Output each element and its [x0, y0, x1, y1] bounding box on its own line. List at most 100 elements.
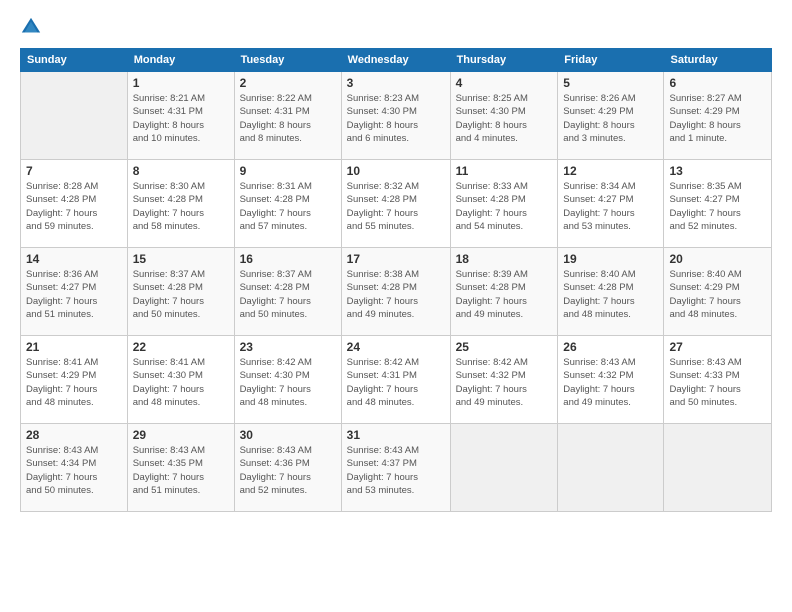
calendar: SundayMondayTuesdayWednesdayThursdayFrid… — [20, 48, 772, 512]
calendar-cell: 7 Sunrise: 8:28 AM Sunset: 4:28 PM Daylig… — [21, 160, 128, 248]
day-info: Sunrise: 8:42 AM Sunset: 4:31 PM Dayligh… — [347, 356, 445, 409]
calendar-cell: 6 Sunrise: 8:27 AM Sunset: 4:29 PM Daylig… — [664, 72, 772, 160]
day-number: 10 — [347, 164, 445, 178]
calendar-cell: 8Sunrise: 8:30 AM Sunset: 4:28 PM Daylig… — [127, 160, 234, 248]
day-number: 7 — [26, 164, 122, 178]
day-info: Sunrise: 8:27 AM Sunset: 4:29 PM Dayligh… — [669, 92, 766, 145]
calendar-cell: 18 Sunrise: 8:39 AM Sunset: 4:28 PM Dayli… — [450, 248, 558, 336]
calendar-cell: 3Sunrise: 8:23 AM Sunset: 4:30 PM Daylig… — [341, 72, 450, 160]
day-info: Sunrise: 8:39 AM Sunset: 4:28 PM Dayligh… — [456, 268, 553, 321]
calendar-cell: 22 Sunrise: 8:41 AM Sunset: 4:30 PM Dayli… — [127, 336, 234, 424]
calendar-cell: 28 Sunrise: 8:43 AM Sunset: 4:34 PM Dayli… — [21, 424, 128, 512]
day-info: Sunrise: 8:42 AM Sunset: 4:30 PM Dayligh… — [240, 356, 336, 409]
day-info: Sunrise: 8:40 AM Sunset: 4:28 PM Dayligh… — [563, 268, 658, 321]
day-info: Sunrise: 8:43 AM Sunset: 4:33 PM Dayligh… — [669, 356, 766, 409]
calendar-cell — [664, 424, 772, 512]
day-number: 26 — [563, 340, 658, 354]
day-number: 14 — [26, 252, 122, 266]
day-info: Sunrise: 8:43 AM Sunset: 4:34 PM Dayligh… — [26, 444, 122, 497]
calendar-cell: 14 Sunrise: 8:36 AM Sunset: 4:27 PM Dayli… — [21, 248, 128, 336]
day-info: Sunrise: 8:40 AM Sunset: 4:29 PM Dayligh… — [669, 268, 766, 321]
calendar-header-saturday: Saturday — [664, 49, 772, 72]
day-number: 27 — [669, 340, 766, 354]
calendar-cell: 20Sunrise: 8:40 AM Sunset: 4:29 PM Dayli… — [664, 248, 772, 336]
day-info: Sunrise: 8:26 AM Sunset: 4:29 PM Dayligh… — [563, 92, 658, 145]
day-number: 30 — [240, 428, 336, 442]
calendar-cell: 26 Sunrise: 8:43 AM Sunset: 4:32 PM Dayli… — [558, 336, 664, 424]
calendar-cell: 24 Sunrise: 8:42 AM Sunset: 4:31 PM Dayli… — [341, 336, 450, 424]
day-info: Sunrise: 8:43 AM Sunset: 4:36 PM Dayligh… — [240, 444, 336, 497]
day-info: Sunrise: 8:23 AM Sunset: 4:30 PM Dayligh… — [347, 92, 445, 145]
calendar-header-friday: Friday — [558, 49, 664, 72]
day-info: Sunrise: 8:30 AM Sunset: 4:28 PM Dayligh… — [133, 180, 229, 233]
calendar-cell: 25 Sunrise: 8:42 AM Sunset: 4:32 PM Dayli… — [450, 336, 558, 424]
day-info: Sunrise: 8:38 AM Sunset: 4:28 PM Dayligh… — [347, 268, 445, 321]
day-number: 21 — [26, 340, 122, 354]
day-number: 13 — [669, 164, 766, 178]
calendar-cell: 29 Sunrise: 8:43 AM Sunset: 4:35 PM Dayli… — [127, 424, 234, 512]
calendar-cell: 23 Sunrise: 8:42 AM Sunset: 4:30 PM Dayli… — [234, 336, 341, 424]
day-number: 16 — [240, 252, 336, 266]
calendar-cell: 2Sunrise: 8:22 AM Sunset: 4:31 PM Daylig… — [234, 72, 341, 160]
day-info: Sunrise: 8:43 AM Sunset: 4:35 PM Dayligh… — [133, 444, 229, 497]
day-number: 29 — [133, 428, 229, 442]
calendar-header-thursday: Thursday — [450, 49, 558, 72]
calendar-cell: 13 Sunrise: 8:35 AM Sunset: 4:27 PM Dayli… — [664, 160, 772, 248]
day-info: Sunrise: 8:34 AM Sunset: 4:27 PM Dayligh… — [563, 180, 658, 233]
day-number: 1 — [133, 76, 229, 90]
calendar-cell — [21, 72, 128, 160]
day-info: Sunrise: 8:31 AM Sunset: 4:28 PM Dayligh… — [240, 180, 336, 233]
logo — [20, 16, 46, 38]
day-number: 12 — [563, 164, 658, 178]
day-info: Sunrise: 8:36 AM Sunset: 4:27 PM Dayligh… — [26, 268, 122, 321]
day-info: Sunrise: 8:32 AM Sunset: 4:28 PM Dayligh… — [347, 180, 445, 233]
calendar-header-monday: Monday — [127, 49, 234, 72]
calendar-week-row: 7 Sunrise: 8:28 AM Sunset: 4:28 PM Daylig… — [21, 160, 772, 248]
calendar-cell: 10 Sunrise: 8:32 AM Sunset: 4:28 PM Dayli… — [341, 160, 450, 248]
calendar-cell: 30 Sunrise: 8:43 AM Sunset: 4:36 PM Dayli… — [234, 424, 341, 512]
day-info: Sunrise: 8:37 AM Sunset: 4:28 PM Dayligh… — [240, 268, 336, 321]
day-info: Sunrise: 8:35 AM Sunset: 4:27 PM Dayligh… — [669, 180, 766, 233]
calendar-cell: 1 Sunrise: 8:21 AM Sunset: 4:31 PM Daylig… — [127, 72, 234, 160]
calendar-week-row: 21 Sunrise: 8:41 AM Sunset: 4:29 PM Dayli… — [21, 336, 772, 424]
calendar-cell: 4 Sunrise: 8:25 AM Sunset: 4:30 PM Daylig… — [450, 72, 558, 160]
day-number: 28 — [26, 428, 122, 442]
day-number: 15 — [133, 252, 229, 266]
calendar-cell: 12 Sunrise: 8:34 AM Sunset: 4:27 PM Dayli… — [558, 160, 664, 248]
day-number: 6 — [669, 76, 766, 90]
calendar-header-wednesday: Wednesday — [341, 49, 450, 72]
calendar-cell — [558, 424, 664, 512]
day-info: Sunrise: 8:25 AM Sunset: 4:30 PM Dayligh… — [456, 92, 553, 145]
calendar-header-tuesday: Tuesday — [234, 49, 341, 72]
day-number: 19 — [563, 252, 658, 266]
calendar-cell: 31Sunrise: 8:43 AM Sunset: 4:37 PM Dayli… — [341, 424, 450, 512]
day-info: Sunrise: 8:41 AM Sunset: 4:30 PM Dayligh… — [133, 356, 229, 409]
day-number: 25 — [456, 340, 553, 354]
day-number: 11 — [456, 164, 553, 178]
calendar-cell: 16 Sunrise: 8:37 AM Sunset: 4:28 PM Dayli… — [234, 248, 341, 336]
calendar-cell: 9 Sunrise: 8:31 AM Sunset: 4:28 PM Daylig… — [234, 160, 341, 248]
calendar-cell: 21 Sunrise: 8:41 AM Sunset: 4:29 PM Dayli… — [21, 336, 128, 424]
day-info: Sunrise: 8:21 AM Sunset: 4:31 PM Dayligh… — [133, 92, 229, 145]
logo-icon — [20, 16, 42, 38]
day-info: Sunrise: 8:42 AM Sunset: 4:32 PM Dayligh… — [456, 356, 553, 409]
calendar-week-row: 1 Sunrise: 8:21 AM Sunset: 4:31 PM Daylig… — [21, 72, 772, 160]
day-info: Sunrise: 8:41 AM Sunset: 4:29 PM Dayligh… — [26, 356, 122, 409]
day-number: 24 — [347, 340, 445, 354]
day-number: 23 — [240, 340, 336, 354]
day-number: 22 — [133, 340, 229, 354]
day-info: Sunrise: 8:22 AM Sunset: 4:31 PM Dayligh… — [240, 92, 336, 145]
day-number: 9 — [240, 164, 336, 178]
calendar-cell: 15Sunrise: 8:37 AM Sunset: 4:28 PM Dayli… — [127, 248, 234, 336]
day-info: Sunrise: 8:28 AM Sunset: 4:28 PM Dayligh… — [26, 180, 122, 233]
day-number: 18 — [456, 252, 553, 266]
day-info: Sunrise: 8:33 AM Sunset: 4:28 PM Dayligh… — [456, 180, 553, 233]
calendar-cell — [450, 424, 558, 512]
day-number: 5 — [563, 76, 658, 90]
calendar-cell: 5 Sunrise: 8:26 AM Sunset: 4:29 PM Daylig… — [558, 72, 664, 160]
day-info: Sunrise: 8:43 AM Sunset: 4:32 PM Dayligh… — [563, 356, 658, 409]
header — [20, 16, 772, 38]
calendar-cell: 19 Sunrise: 8:40 AM Sunset: 4:28 PM Dayli… — [558, 248, 664, 336]
day-number: 4 — [456, 76, 553, 90]
calendar-header-sunday: Sunday — [21, 49, 128, 72]
